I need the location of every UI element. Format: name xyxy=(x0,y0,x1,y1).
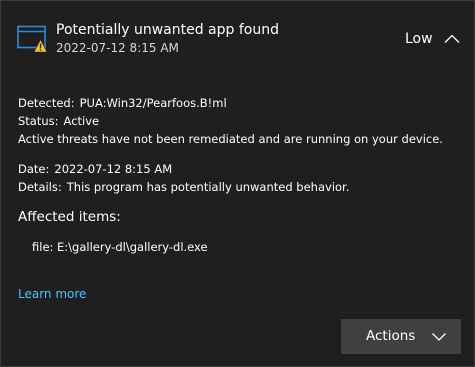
detected-value: PUA:Win32/Pearfoos.B!ml xyxy=(79,96,227,110)
status-value: Active xyxy=(63,114,100,128)
details-value: This program has potentially unwanted be… xyxy=(66,180,350,194)
learn-more-link[interactable]: Learn more xyxy=(18,286,86,302)
details-label: Details: xyxy=(18,180,62,194)
actions-button-label: Actions xyxy=(366,328,416,344)
details-line: Details: This program has potentially unw… xyxy=(18,180,349,195)
status-label: Status: xyxy=(18,114,59,128)
threat-notification-card: Potentially unwanted app found 2022-07-1… xyxy=(0,0,475,367)
warning-window-icon xyxy=(17,25,47,53)
detected-label: Detected: xyxy=(18,96,75,110)
detected-line: Detected: PUA:Win32/Pearfoos.B!ml xyxy=(18,96,227,111)
severity-level: Low xyxy=(405,31,433,47)
chevron-down-icon xyxy=(432,333,446,341)
status-line: Status: Active xyxy=(18,114,99,129)
chevron-up-icon[interactable] xyxy=(442,29,462,49)
date-value: 2022-07-12 8:15 AM xyxy=(54,162,173,176)
notification-title: Potentially unwanted app found xyxy=(56,22,279,38)
status-message: Active threats have not been remediated … xyxy=(18,132,443,146)
date-label: Date: xyxy=(18,162,50,176)
date-line: Date: 2022-07-12 8:15 AM xyxy=(18,162,172,177)
affected-items-heading: Affected items: xyxy=(18,209,121,225)
notification-timestamp: 2022-07-12 8:15 AM xyxy=(56,41,179,55)
affected-item: file: E:\gallery-dl\gallery-dl.exe xyxy=(32,240,208,254)
actions-button[interactable]: Actions xyxy=(341,319,461,354)
